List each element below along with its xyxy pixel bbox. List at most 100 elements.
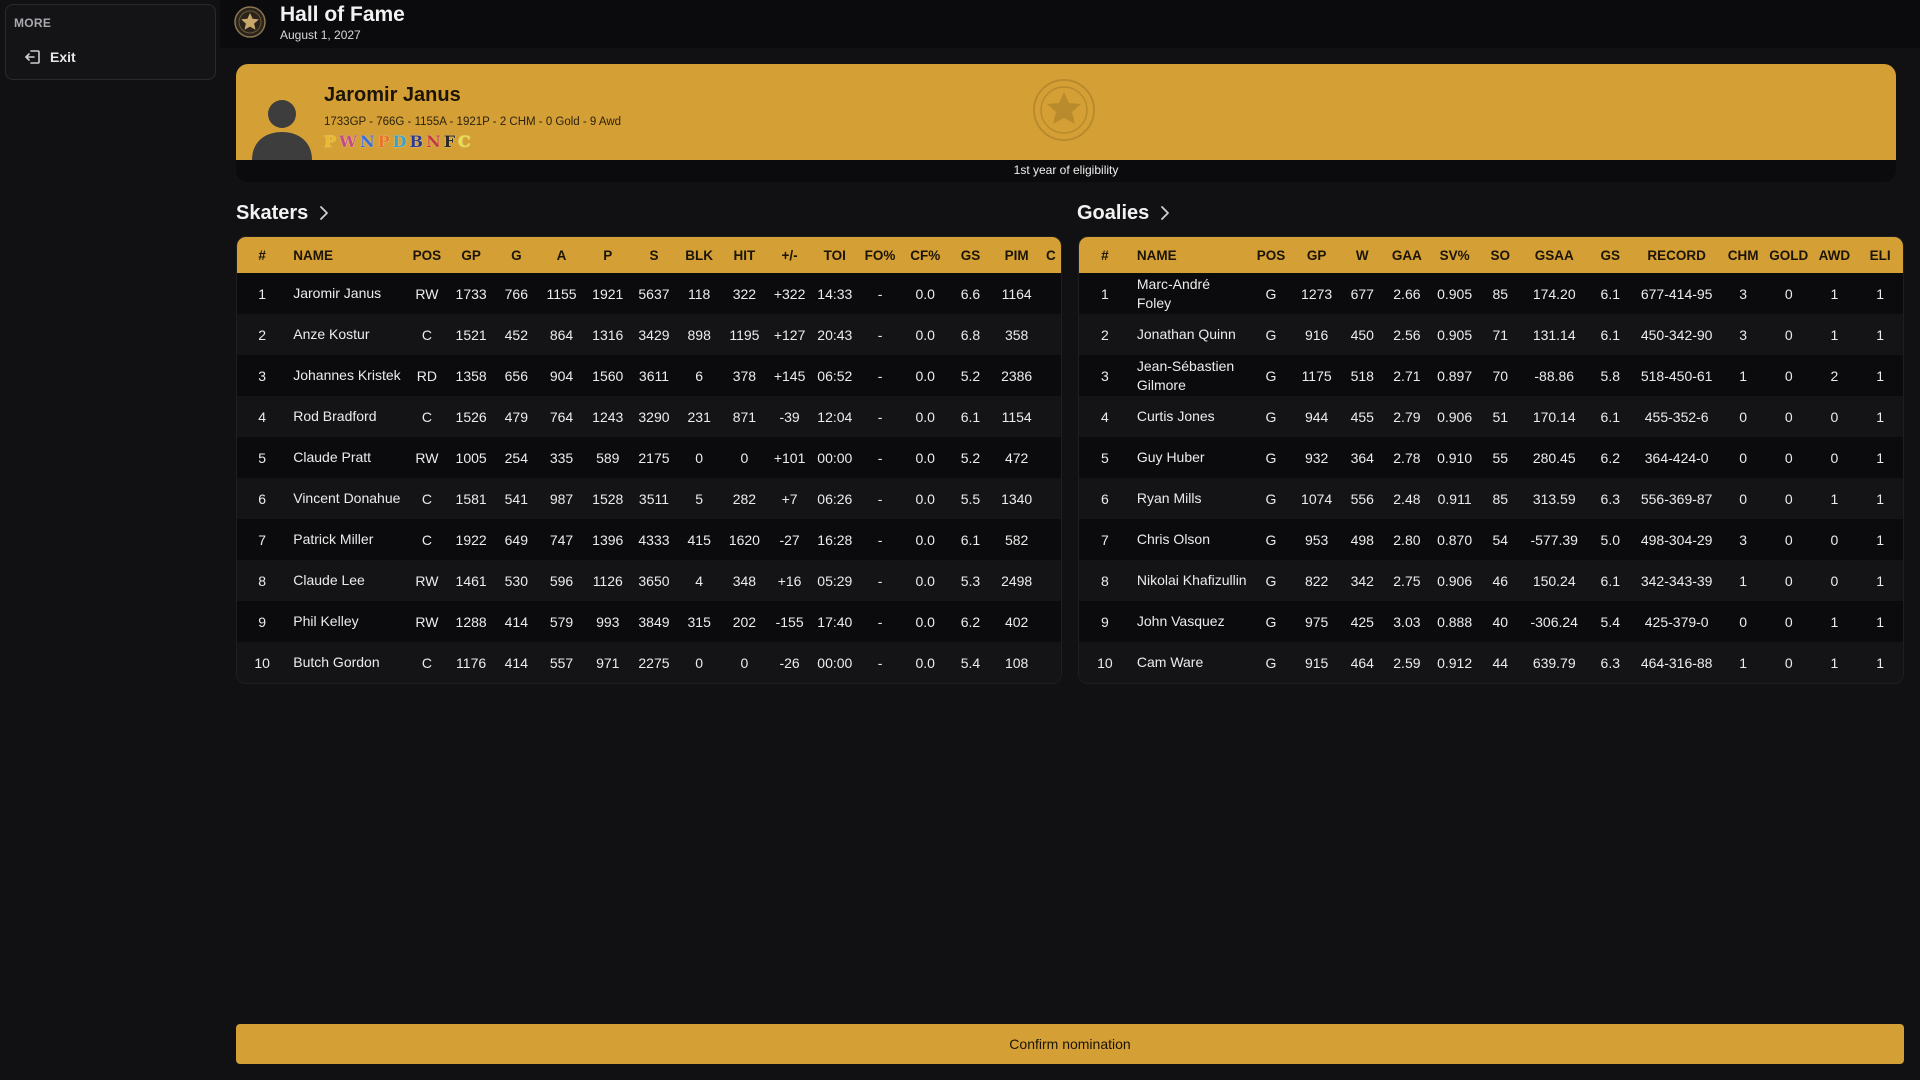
- cell-name[interactable]: Marc-André Foley: [1131, 273, 1249, 314]
- cell-rank: 3: [1101, 367, 1109, 384]
- table-row[interactable]: 1 Marc-André Foley G 1273 677 2.66 0.905 85 174.…: [1079, 273, 1903, 314]
- cell-p: 589: [596, 449, 620, 466]
- cell-p: 971: [596, 654, 620, 671]
- table-row[interactable]: 8 Nikolai Khafizullin G 822 342 2.75 0.906 46 15…: [1079, 560, 1903, 601]
- cell-name[interactable]: Johannes Kristek: [287, 355, 406, 396]
- table-row[interactable]: 10 Butch Gordon C 1176 414 557 971 2275 0 0 -26 00:…: [237, 642, 1061, 683]
- confirm-nomination-button[interactable]: Confirm nomination: [236, 1024, 1904, 1064]
- cell-name[interactable]: Nikolai Khafizullin: [1131, 560, 1249, 601]
- column-header-hit[interactable]: HIT: [721, 237, 767, 273]
- table-row[interactable]: 7 Patrick Miller C 1922 649 747 1396 4333 415 162…: [237, 519, 1061, 560]
- cell-name[interactable]: Claude Lee: [287, 560, 406, 601]
- table-row[interactable]: 2 Anze Kostur C 1521 452 864 1316 3429 898 1195 +1…: [237, 314, 1061, 355]
- cell-gsaa: 170.14: [1532, 408, 1576, 425]
- column-header-gsaa[interactable]: GSAA: [1521, 237, 1587, 273]
- cell-name[interactable]: John Vasquez: [1131, 601, 1249, 642]
- column-header-s[interactable]: S: [631, 237, 677, 273]
- exit-button[interactable]: Exit: [24, 45, 76, 69]
- column-header-g[interactable]: G: [494, 237, 538, 273]
- cell-pos: RW: [415, 449, 439, 466]
- column-header-gs[interactable]: GS: [948, 237, 992, 273]
- table-row[interactable]: 9 John Vasquez G 975 425 3.03 0.888 40 -306.24 5.…: [1079, 601, 1903, 642]
- cell-name[interactable]: Guy Huber: [1131, 437, 1249, 478]
- column-header-gp[interactable]: GP: [1293, 237, 1341, 273]
- column-header-chm[interactable]: CHM: [1720, 237, 1766, 273]
- cell-gold: 0: [1784, 408, 1793, 425]
- column-header-sv-pct[interactable]: SV%: [1430, 237, 1480, 273]
- cell-gs: 5.4: [1600, 613, 1620, 630]
- table-row[interactable]: 3 Jean-Sébastien Gilmore G 1175 518 2.71 0.897…: [1079, 355, 1903, 396]
- table-row[interactable]: 6 Vincent Donahue C 1581 541 987 1528 3511 5 282 +…: [237, 478, 1061, 519]
- table-row[interactable]: 3 Johannes Kristek RD 1358 656 904 1560 3611 6 37…: [237, 355, 1061, 396]
- column-header-gs[interactable]: GS: [1587, 237, 1633, 273]
- table-row[interactable]: 5 Guy Huber G 932 364 2.78 0.910 55 280.45 6.2 364…: [1079, 437, 1903, 478]
- cell-s: 3429: [638, 326, 670, 343]
- cell-name[interactable]: Patrick Miller: [287, 519, 406, 560]
- column-header-c[interactable]: C: [1041, 237, 1061, 273]
- table-row[interactable]: 5 Claude Pratt RW 1005 254 335 589 2175 0 0 +101 00…: [237, 437, 1061, 478]
- cell-plus-minus: -155: [775, 613, 804, 630]
- cell-gold: 0: [1784, 326, 1793, 343]
- cell-eli: 1: [1876, 572, 1885, 589]
- column-header-blk[interactable]: BLK: [677, 237, 721, 273]
- column-header-gold[interactable]: GOLD: [1766, 237, 1812, 273]
- column-header-rank[interactable]: #: [237, 237, 287, 273]
- table-row[interactable]: 1 Jaromir Janus RW 1733 766 1155 1921 5637 118 32…: [237, 273, 1061, 314]
- column-header-record[interactable]: RECORD: [1633, 237, 1720, 273]
- column-header-plus-minus[interactable]: +/-: [768, 237, 812, 273]
- cell-chm: 1: [1739, 572, 1747, 589]
- cell-rank: 4: [258, 408, 267, 425]
- cell-name[interactable]: Vincent Donahue: [287, 478, 406, 519]
- goalies-header-row: # NAME POS GP W GAA SV% SO GSAA GS RECORD CHM GOLD AW…: [1079, 237, 1903, 273]
- column-header-gaa[interactable]: GAA: [1384, 237, 1430, 273]
- cell-c: [1041, 519, 1061, 560]
- cell-awd: 1: [1830, 285, 1839, 302]
- table-row[interactable]: 9 Phil Kelley RW 1288 414 579 993 3849 315 202 -15…: [237, 601, 1061, 642]
- column-header-eli[interactable]: ELI: [1857, 237, 1903, 273]
- column-header-pim[interactable]: PIM: [993, 237, 1041, 273]
- column-header-cf-pct[interactable]: CF%: [902, 237, 948, 273]
- table-row[interactable]: 8 Claude Lee RW 1461 530 596 1126 3650 4 348 +16 05…: [237, 560, 1061, 601]
- column-header-pos[interactable]: POS: [1249, 237, 1293, 273]
- cell-toi: 00:00: [817, 449, 853, 466]
- column-header-p[interactable]: P: [585, 237, 631, 273]
- column-header-so[interactable]: SO: [1480, 237, 1522, 273]
- cell-name[interactable]: Chris Olson: [1131, 519, 1249, 560]
- cell-name[interactable]: Jaromir Janus: [287, 273, 406, 314]
- cell-gold: 0: [1784, 490, 1793, 507]
- table-row[interactable]: 7 Chris Olson G 953 498 2.80 0.870 54 -577.39 5.0…: [1079, 519, 1903, 560]
- cell-name[interactable]: Claude Pratt: [287, 437, 406, 478]
- cell-record: 498-304-29: [1640, 531, 1713, 548]
- table-row[interactable]: 10 Cam Ware G 915 464 2.59 0.912 44 639.79 6.3 464…: [1079, 642, 1903, 683]
- table-row[interactable]: 6 Ryan Mills G 1074 556 2.48 0.911 85 313.59 6.3 5…: [1079, 478, 1903, 519]
- cell-gsaa: -306.24: [1530, 613, 1578, 630]
- column-header-gp[interactable]: GP: [448, 237, 494, 273]
- cell-name[interactable]: Jean-Sébastien Gilmore: [1131, 355, 1249, 396]
- column-header-rank[interactable]: #: [1079, 237, 1131, 273]
- cell-name[interactable]: Rod Bradford: [287, 396, 406, 437]
- column-header-toi[interactable]: TOI: [812, 237, 858, 273]
- cell-name[interactable]: Butch Gordon: [287, 642, 406, 683]
- cell-name[interactable]: Anze Kostur: [287, 314, 406, 355]
- cell-gold: 0: [1784, 654, 1793, 671]
- cell-name[interactable]: Ryan Mills: [1131, 478, 1249, 519]
- table-row[interactable]: 4 Rod Bradford C 1526 479 764 1243 3290 231 871 -3…: [237, 396, 1061, 437]
- table-row[interactable]: 2 Jonathan Quinn G 916 450 2.56 0.905 71 131.14 6…: [1079, 314, 1903, 355]
- column-header-pos[interactable]: POS: [406, 237, 448, 273]
- table-row[interactable]: 4 Curtis Jones G 944 455 2.79 0.906 51 170.14 6.1…: [1079, 396, 1903, 437]
- column-header-w[interactable]: W: [1340, 237, 1384, 273]
- column-header-fo-pct[interactable]: FO%: [858, 237, 902, 273]
- cell-name[interactable]: Cam Ware: [1131, 642, 1249, 683]
- skaters-section-link[interactable]: Skaters: [236, 200, 330, 226]
- column-header-a[interactable]: A: [538, 237, 584, 273]
- cell-name[interactable]: Phil Kelley: [287, 601, 406, 642]
- cell-name[interactable]: Curtis Jones: [1131, 396, 1249, 437]
- column-header-name[interactable]: NAME: [287, 237, 406, 273]
- cell-name[interactable]: Jonathan Quinn: [1131, 314, 1249, 355]
- column-header-awd[interactable]: AWD: [1812, 237, 1858, 273]
- cell-fo-pct: -: [877, 613, 883, 630]
- column-header-name[interactable]: NAME: [1131, 237, 1249, 273]
- goalies-section-link[interactable]: Goalies: [1077, 200, 1171, 226]
- cell-gsaa: 150.24: [1532, 572, 1576, 589]
- cell-w: 425: [1350, 613, 1374, 630]
